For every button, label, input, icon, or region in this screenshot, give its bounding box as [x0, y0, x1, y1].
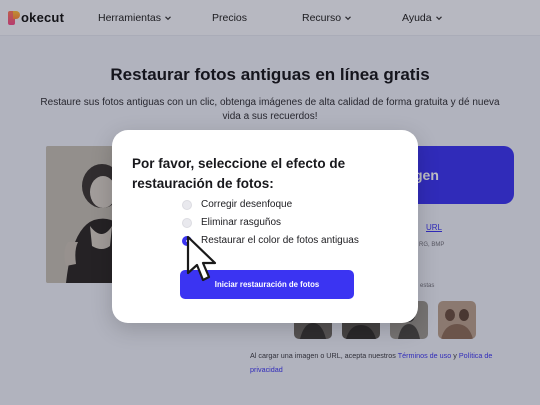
- option-label: Eliminar rasguños: [201, 217, 282, 228]
- radio-button[interactable]: [182, 217, 192, 228]
- option-corregir-desenfoque[interactable]: Corregir desenfoque: [182, 199, 292, 210]
- option-label: Corregir desenfoque: [201, 199, 293, 210]
- option-eliminar-rasgunos[interactable]: Eliminar rasguños: [182, 217, 281, 228]
- restoration-effect-dialog: Por favor, seleccione el efecto de resta…: [112, 130, 418, 323]
- mouse-pointer-icon: [186, 235, 217, 282]
- dialog-title: Por favor, seleccione el efecto de resta…: [132, 156, 346, 191]
- radio-button[interactable]: [182, 199, 192, 210]
- option-label: Restaurar el color de fotos antiguas: [201, 235, 359, 246]
